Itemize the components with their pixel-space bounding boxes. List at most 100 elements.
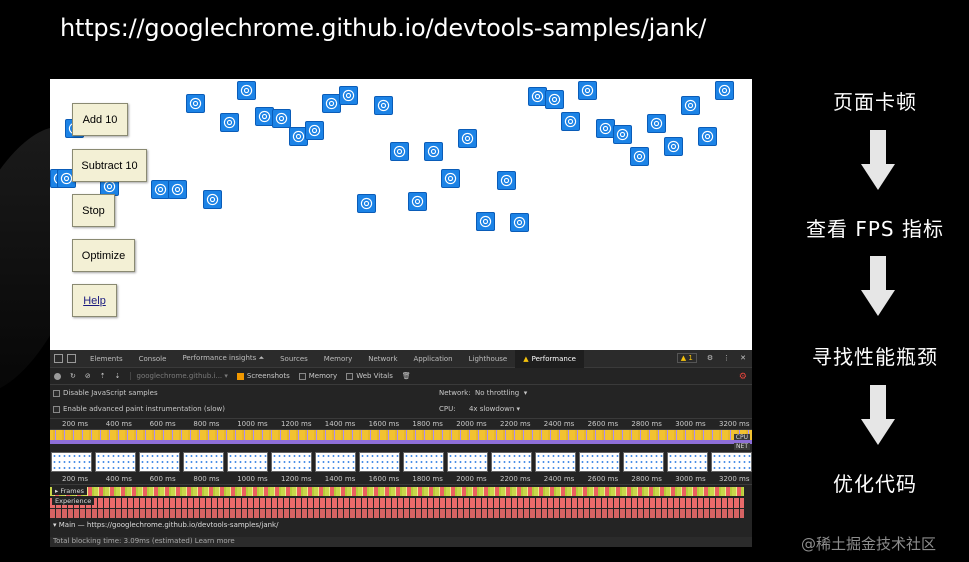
chrome-logo-square — [698, 127, 717, 146]
main-thread-track[interactable]: ▾ Main — https://googlechrome.github.io/… — [50, 521, 278, 529]
recording-select[interactable]: googlechrome.github.i... ▾ — [129, 372, 228, 380]
jank-demo-page: Add 10 Subtract 10 Stop Optimize Help — [50, 79, 752, 350]
add-10-button[interactable]: Add 10 — [72, 103, 128, 136]
timeline-ruler-overview: 200 ms 400 ms 600 ms 800 ms 1000 ms 1200 ms 14… — [50, 419, 752, 430]
screenshot-filmstrip[interactable] — [50, 452, 752, 474]
upload-icon[interactable]: ⇡ — [100, 372, 106, 380]
frames-track-label: ▸ Frames — [52, 487, 87, 495]
ruler-tick-label: 2400 ms — [543, 475, 575, 483]
screenshot-thumbnail[interactable] — [183, 452, 224, 472]
screenshot-thumbnail[interactable] — [227, 452, 268, 472]
ruler-tick-label: 400 ms — [105, 475, 132, 483]
reload-icon[interactable]: ↻ — [70, 372, 76, 380]
tab-network[interactable]: Network — [360, 355, 405, 363]
cpu-value: 4x slowdown — [468, 405, 515, 413]
cpu-activity-chart[interactable]: CPU — [50, 430, 752, 444]
stop-button[interactable]: Stop — [72, 194, 115, 227]
more-menu-icon[interactable]: ⋮ — [723, 354, 730, 362]
ruler-tick-label: 1800 ms — [412, 420, 443, 428]
screenshot-thumbnail[interactable] — [359, 452, 400, 472]
ruler-tick-label: 400 ms — [105, 420, 132, 428]
memory-checkbox[interactable]: Memory — [298, 372, 337, 380]
chrome-logo-square — [715, 81, 734, 100]
download-icon[interactable]: ⇣ — [115, 372, 121, 380]
ruler-tick-label: 3000 ms — [675, 420, 706, 428]
frames-bars — [50, 487, 744, 496]
network-value: No throttling — [475, 389, 520, 397]
screenshots-checkbox[interactable]: Screenshots — [236, 372, 290, 380]
tab-sources[interactable]: Sources — [272, 355, 316, 363]
screenshot-thumbnail[interactable] — [491, 452, 532, 472]
chrome-logo-square — [476, 212, 495, 231]
screenshot-thumbnail[interactable] — [51, 452, 92, 472]
screenshot-thumbnail[interactable] — [667, 452, 708, 472]
ruler-tick-label: 600 ms — [149, 475, 176, 483]
screenshot-thumbnail[interactable] — [623, 452, 664, 472]
ruler-tick-label: 2000 ms — [456, 420, 487, 428]
ruler-tick-label: 2600 ms — [587, 420, 619, 428]
cpu-tag: CPU — [733, 434, 750, 441]
close-icon[interactable]: ✕ — [740, 354, 746, 362]
advanced-paint-checkbox[interactable]: Enable advanced paint instrumentation (s… — [53, 405, 225, 413]
screenshot-thumbnail[interactable] — [315, 452, 356, 472]
tab-performance[interactable]: ▲ Performance — [515, 350, 584, 368]
trash-icon[interactable]: 🗑 — [402, 372, 411, 380]
checkbox-icon — [346, 372, 354, 380]
tab-elements[interactable]: Elements — [82, 355, 131, 363]
page-url-title: https://googlechrome.github.io/devtools-… — [60, 14, 707, 42]
devtools-panel: Elements Console Performance insights ⏶ … — [50, 350, 752, 547]
screenshot-thumbnail[interactable] — [403, 452, 444, 472]
screenshot-thumbnail[interactable] — [139, 452, 180, 472]
screenshot-thumbnail[interactable] — [95, 452, 136, 472]
settings-gear-icon[interactable]: ⚙ — [707, 354, 713, 362]
ruler-tick-label: 3000 ms — [675, 475, 706, 483]
ruler-tick-label: 200 ms — [62, 475, 89, 483]
web-vitals-checkbox[interactable]: Web Vitals — [346, 372, 393, 380]
cpu-throttle-select[interactable]: 4x slowdown ▾ — [469, 405, 520, 413]
frames-track[interactable]: ▸ Frames — [50, 485, 752, 497]
inspect-icon[interactable] — [54, 354, 63, 363]
tab-application[interactable]: Application — [406, 355, 461, 363]
warning-count-badge[interactable]: ▲ 1 — [676, 353, 697, 363]
web-vitals-label: Web Vitals — [356, 372, 393, 380]
tab-performance-insights[interactable]: Performance insights ⏶ — [174, 354, 272, 363]
subtract-10-button[interactable]: Subtract 10 — [72, 149, 147, 182]
network-throttle-select[interactable]: No throttling ▾ — [475, 389, 527, 397]
tab-console[interactable]: Console — [131, 355, 175, 363]
record-icon[interactable] — [54, 372, 61, 380]
ruler-tick-label: 2400 ms — [543, 420, 575, 428]
screenshot-thumbnail[interactable] — [579, 452, 620, 472]
ruler-tick-label: 1200 ms — [281, 475, 312, 483]
screenshot-thumbnail[interactable] — [711, 452, 752, 472]
cpu-throttle-row: CPU: 4x slowdown ▾ — [439, 405, 520, 413]
experience-track[interactable]: Experience — [50, 497, 752, 519]
frames-label-text: Frames — [60, 487, 84, 495]
ruler-tick-label: 1400 ms — [324, 420, 356, 428]
chrome-logo-square — [390, 142, 409, 161]
capture-options: Disable JavaScript samples Enable advanc… — [50, 385, 752, 419]
checkbox-icon — [53, 405, 60, 413]
help-link[interactable]: Help — [72, 284, 117, 317]
chrome-logo-square — [374, 96, 393, 115]
tab-performance-label: Performance — [531, 354, 576, 363]
screenshot-thumbnail[interactable] — [447, 452, 488, 472]
ruler-tick-label: 2800 ms — [631, 475, 662, 483]
screenshot-thumbnail[interactable] — [535, 452, 576, 472]
chrome-logo-square — [578, 81, 597, 100]
device-toggle-icon[interactable] — [67, 354, 76, 363]
chrome-logo-square — [613, 125, 632, 144]
disable-js-samples-checkbox[interactable]: Disable JavaScript samples — [53, 389, 158, 397]
screenshot-thumbnail[interactable] — [271, 452, 312, 472]
capture-settings-gear-icon[interactable]: ⚙ — [739, 372, 747, 382]
ruler-tick-label: 2800 ms — [631, 420, 662, 428]
cpu-label: CPU: — [439, 405, 456, 413]
tab-memory[interactable]: Memory — [316, 355, 360, 363]
ruler-tick-label: 2600 ms — [587, 475, 619, 483]
tab-lighthouse[interactable]: Lighthouse — [461, 355, 516, 363]
clear-icon[interactable]: ⊘ — [85, 372, 91, 380]
chrome-logo-square — [220, 113, 239, 132]
optimize-button[interactable]: Optimize — [72, 239, 135, 272]
chrome-logo-square — [458, 129, 477, 148]
ruler-tick-label: 2200 ms — [500, 475, 531, 483]
ruler-tick-label: 1200 ms — [281, 420, 312, 428]
